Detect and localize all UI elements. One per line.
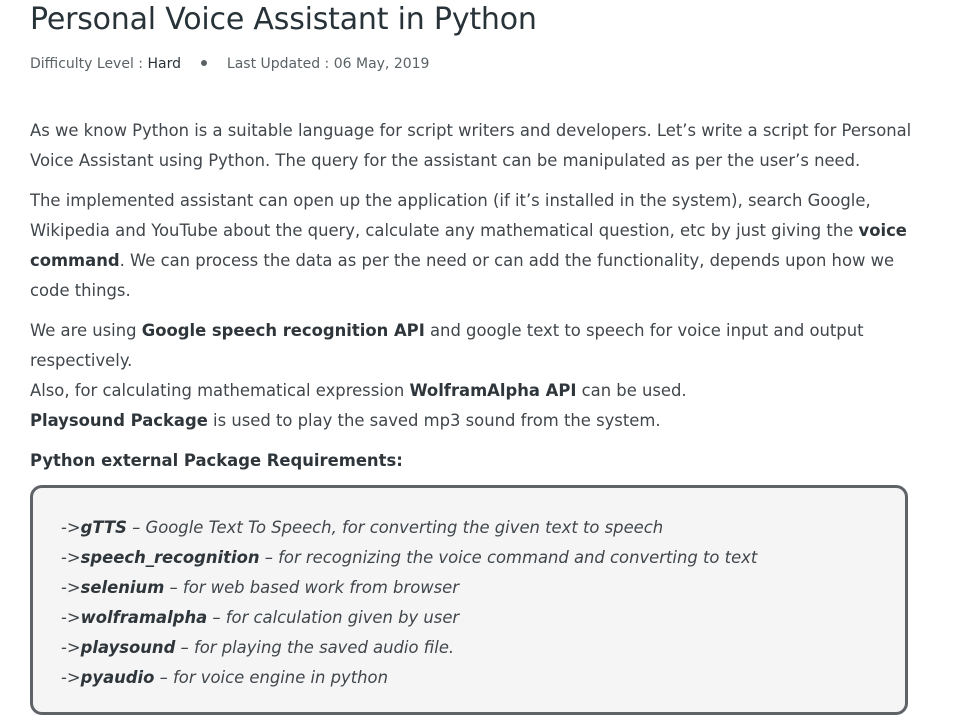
google-api-strong: Google speech recognition API — [141, 321, 425, 340]
package-name: pyaudio — [80, 668, 155, 687]
arrow-icon: -> — [61, 638, 81, 657]
list-item: ->playsound – for playing the saved audi… — [61, 633, 757, 663]
arrow-icon: -> — [61, 548, 81, 567]
package-name: selenium — [80, 578, 165, 597]
apis-text-h: is used to play the saved mp3 sound from… — [207, 411, 661, 430]
features-text-a: The implemented assistant can open up th… — [30, 191, 871, 240]
package-desc: – for recognizing the voice command and … — [259, 548, 758, 567]
features-paragraph: The implemented assistant can open up th… — [30, 186, 925, 306]
package-name: playsound — [80, 638, 176, 657]
package-desc: – for playing the saved audio file. — [175, 638, 455, 657]
list-item: ->wolframalpha – for calculation given b… — [61, 603, 757, 633]
arrow-icon: -> — [61, 668, 81, 687]
arrow-icon: -> — [61, 608, 81, 627]
wolfram-api-strong: WolframAlpha API — [409, 381, 577, 400]
article-meta: Difficulty Level : Hard Last Updated : 0… — [30, 56, 429, 72]
difficulty-value[interactable]: Hard — [147, 56, 181, 72]
updated-label: Last Updated : — [226, 56, 334, 72]
requirements-heading: Python external Package Requirements: — [30, 451, 403, 470]
difficulty-label: Difficulty Level : — [30, 56, 148, 72]
package-desc: – for calculation given by user — [207, 608, 460, 627]
arrow-icon: -> — [61, 578, 81, 597]
package-desc: – for web based work from browser — [164, 578, 459, 597]
requirements-list: ->gTTS – Google Text To Speech, for conv… — [61, 513, 757, 693]
apis-text-d: Also, for calculating mathematical expre… — [30, 381, 410, 400]
apis-text-f: can be used. — [576, 381, 687, 400]
intro-paragraph: As we know Python is a suitable language… — [30, 121, 912, 170]
requirements-box: ->gTTS – Google Text To Speech, for conv… — [30, 485, 908, 715]
features-text-c: . We can process the data as per the nee… — [30, 251, 895, 300]
package-name: speech_recognition — [80, 548, 260, 567]
playsound-strong: Playsound Package — [30, 411, 208, 430]
package-desc: – Google Text To Speech, for converting … — [126, 518, 664, 537]
arrow-icon: -> — [61, 518, 81, 537]
separator-dot-icon — [201, 60, 208, 66]
apis-paragraph: We are using Google speech recognition A… — [30, 316, 925, 436]
list-item: ->selenium – for web based work from bro… — [61, 573, 757, 603]
package-name: wolframalpha — [80, 608, 208, 627]
list-item: ->speech_recognition – for recognizing t… — [61, 543, 757, 573]
updated-value: 06 May, 2019 — [333, 56, 430, 72]
package-desc: – for voice engine in python — [154, 668, 388, 687]
list-item: ->pyaudio – for voice engine in python — [61, 663, 757, 693]
package-name: gTTS — [80, 518, 127, 537]
list-item: ->gTTS – Google Text To Speech, for conv… — [61, 513, 757, 543]
page-title: Personal Voice Assistant in Python — [30, 2, 537, 37]
apis-text-a: We are using — [30, 321, 142, 340]
